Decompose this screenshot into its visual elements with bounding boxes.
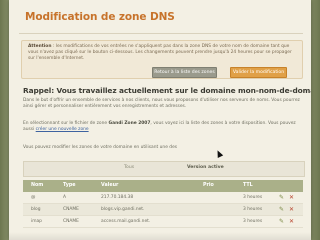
record-type: CNAME bbox=[63, 207, 79, 212]
record-type: A bbox=[63, 195, 67, 200]
column-header-prio: Prio bbox=[203, 183, 214, 188]
table-row: imap CNAME access.mail.gandi.net. 3 heur… bbox=[23, 216, 303, 228]
bottom-shade bbox=[9, 232, 311, 240]
intro-paragraph: Dans le but d'offrir un ensemble de serv… bbox=[23, 98, 300, 109]
delete-icon[interactable]: ✕ bbox=[289, 206, 294, 213]
validate-modification-button[interactable]: Valider la modification bbox=[230, 67, 287, 78]
record-value: blogs.vip.gandi.net. bbox=[101, 207, 145, 212]
column-header-type: Type bbox=[63, 183, 76, 188]
column-header-value: Valeur bbox=[101, 183, 119, 188]
screen-background: Modification de zone DNS Attention : les… bbox=[0, 0, 320, 240]
pencil-icon[interactable]: ✎ bbox=[279, 206, 284, 213]
warning-text: Attention : les modifications de vos ent… bbox=[28, 44, 296, 61]
record-ttl: 3 heures bbox=[243, 195, 263, 200]
record-value: 217.70.184.38 bbox=[101, 195, 134, 200]
edit-paragraph: Vous pouvez modifier les zones de votre … bbox=[23, 145, 178, 150]
record-value: access.mail.gandi.net. bbox=[101, 219, 151, 224]
filter-bar: Tous Version active bbox=[23, 161, 305, 177]
zone-name: Gandi Zone 2007 bbox=[108, 121, 151, 126]
table-header: Nom Type Valeur Prio TTL bbox=[23, 180, 303, 192]
pencil-icon[interactable]: ✎ bbox=[279, 218, 284, 225]
dns-zone-page: Modification de zone DNS Attention : les… bbox=[9, 0, 311, 240]
column-header-ttl: TTL bbox=[243, 183, 253, 188]
record-ttl: 3 heures bbox=[243, 207, 263, 212]
filter-tab-active[interactable]: Version active bbox=[187, 165, 224, 170]
warning-strong: Attention bbox=[28, 44, 52, 49]
title-divider bbox=[19, 33, 303, 34]
page-title: Modification de zone DNS bbox=[25, 11, 175, 23]
create-zone-link[interactable]: créer une nouvelle zone bbox=[36, 127, 89, 132]
zone-paragraph-pre: En sélectionnant sur le fichier de zone bbox=[23, 121, 109, 126]
record-name: @ bbox=[31, 195, 36, 200]
column-header-name: Nom bbox=[31, 183, 44, 188]
delete-icon[interactable]: ✕ bbox=[289, 194, 294, 201]
record-type: CNAME bbox=[63, 219, 79, 224]
zone-paragraph: En sélectionnant sur le fichier de zone … bbox=[23, 121, 303, 133]
table-row: @ A 217.70.184.38 3 heures ✎ ✕ bbox=[23, 192, 303, 204]
pencil-icon[interactable]: ✎ bbox=[279, 194, 284, 201]
record-ttl: 3 heures bbox=[243, 219, 263, 224]
record-name: blog bbox=[31, 207, 41, 212]
filter-tab-all[interactable]: Tous bbox=[124, 165, 134, 170]
back-to-zones-button[interactable]: Retour à la liste des zones bbox=[152, 67, 217, 78]
record-name: imap bbox=[31, 219, 42, 224]
domain-reminder: Rappel: Vous travaillez actuellement sur… bbox=[23, 86, 311, 95]
delete-icon[interactable]: ✕ bbox=[289, 218, 294, 225]
table-row: blog CNAME blogs.vip.gandi.net. 3 heures… bbox=[23, 204, 303, 216]
warning-message: : les modifications de vos entrées ne s'… bbox=[28, 44, 292, 61]
dns-records-table: Nom Type Valeur Prio TTL @ A 217.70.184.… bbox=[23, 180, 303, 228]
